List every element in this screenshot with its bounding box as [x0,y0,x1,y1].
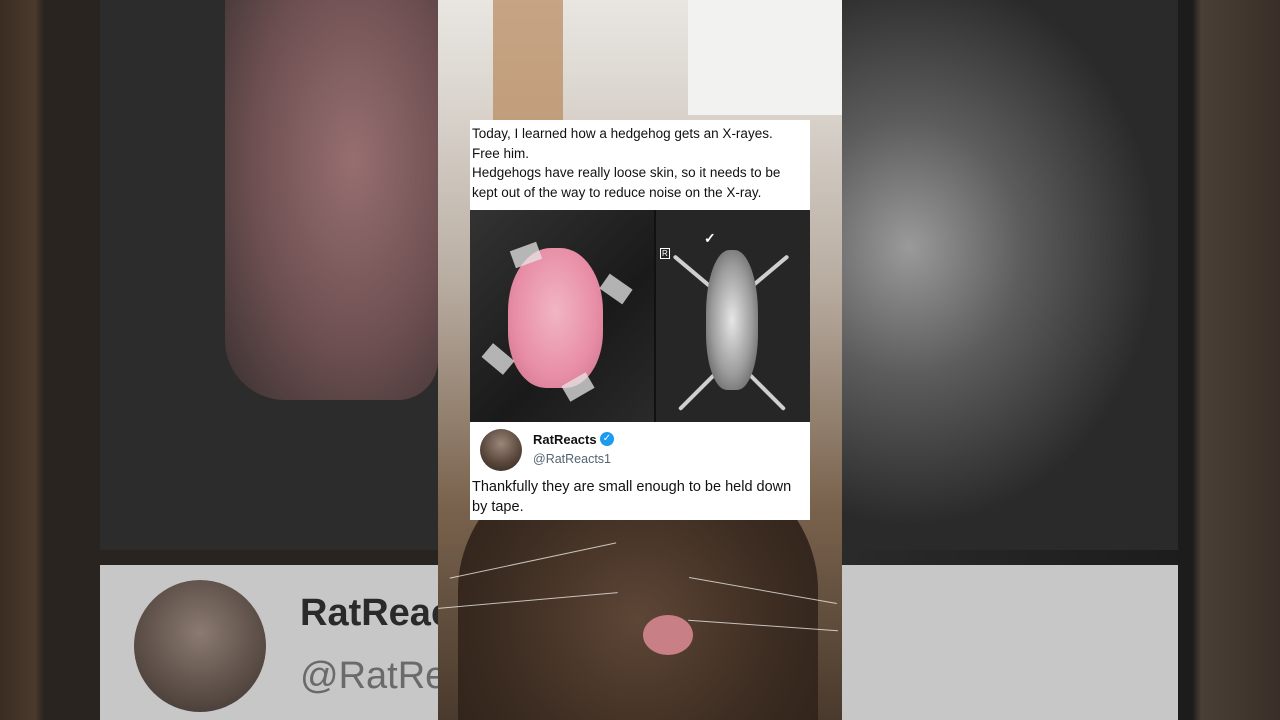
background-shelf [493,0,563,120]
xray-body [706,250,758,390]
post-text: Today, I learned how a hedgehog gets an … [472,124,806,202]
tweet-card[interactable]: Today, I learned how a hedgehog gets an … [470,120,810,520]
reply-line: by tape. [472,499,524,515]
author-handle[interactable]: @RatReacts1 [533,452,611,466]
hedgehog-photo[interactable] [470,210,654,422]
xray-limb [677,372,717,412]
background-right-strip [842,565,1178,720]
author-name[interactable]: RatReacts [533,432,597,447]
reply-line: Thankfully they are small enough to be h… [472,479,792,495]
xray-side-marker: R [660,248,670,259]
xray-photo[interactable]: ✓ R [656,210,810,422]
post-images[interactable]: ✓ R [470,210,810,422]
reply-tweet[interactable]: RatReacts ✓ @RatReacts1 Thankfully they … [470,425,810,520]
verified-badge-icon: ✓ [600,432,614,446]
tape-strip [599,273,633,305]
xray-marker-icon: ✓ [704,230,716,246]
hedgehog-body [508,248,603,388]
background-avatar [134,580,266,712]
xray-limb [747,372,787,412]
rat-nose [643,615,693,655]
background-xray-blur [842,0,1178,550]
post-line: Today, I learned how a hedgehog gets an … [472,126,773,141]
post-line: kept out of the way to reduce noise on t… [472,184,762,200]
reply-text: Thankfully they are small enough to be h… [472,477,806,517]
post-line: Free him. [472,145,530,161]
background-window [688,0,842,115]
xray-limb [672,254,714,290]
author-avatar[interactable] [480,429,522,471]
post-line: Hedgehogs have really loose skin, so it … [472,165,781,181]
background-hedgehog-blur [225,0,438,400]
